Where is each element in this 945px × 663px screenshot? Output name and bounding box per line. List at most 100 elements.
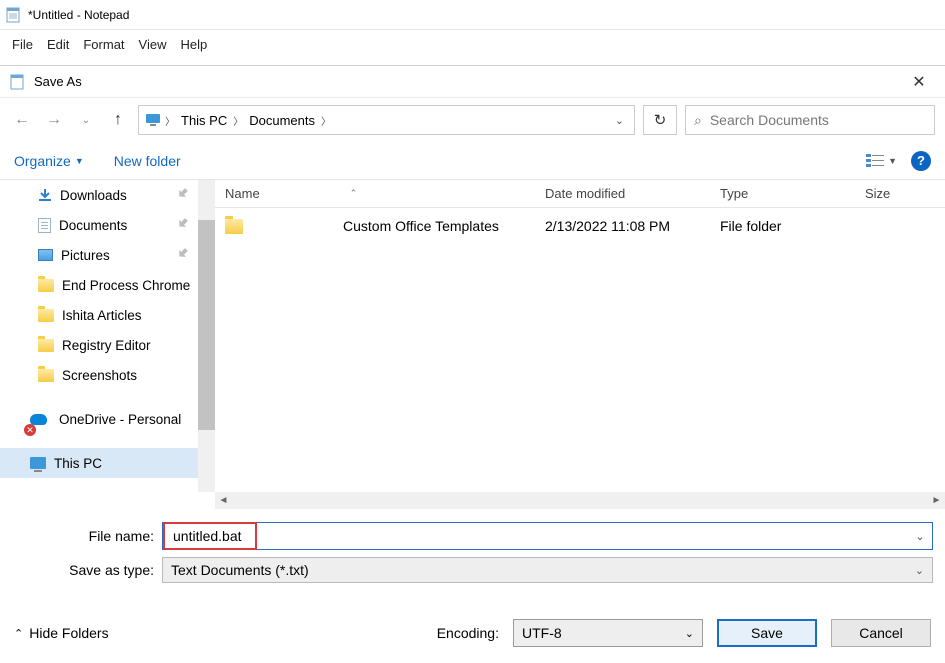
view-mode-button[interactable]: ▼ [866, 154, 897, 168]
recent-dropdown-icon[interactable]: ⌄ [74, 108, 98, 132]
scroll-right-icon[interactable]: ► [928, 492, 945, 509]
sidebar-item-label: Pictures [61, 248, 110, 263]
save-fields: File name: ⌄ Save as type: Text Document… [0, 509, 945, 587]
error-badge-icon: ✕ [24, 424, 36, 436]
help-button[interactable]: ? [911, 151, 931, 171]
save-type-select[interactable]: Text Documents (*.txt) ⌄ [162, 557, 933, 583]
sidebar-item-label: Documents [59, 218, 127, 233]
forward-button[interactable]: → [42, 108, 66, 132]
download-icon [38, 188, 52, 202]
menu-view[interactable]: View [133, 35, 173, 54]
scroll-left-icon[interactable]: ◄ [215, 492, 232, 509]
sidebar-scrollbar[interactable] [198, 180, 215, 492]
sidebar-item-label: This PC [54, 456, 102, 471]
column-headers: Name⌃ Date modified Type Size [215, 180, 945, 208]
sidebar-item-label: Screenshots [62, 368, 137, 383]
chevron-down-icon: ▼ [888, 156, 897, 166]
file-name-input[interactable] [171, 524, 249, 548]
sidebar-item-folder[interactable]: Registry Editor [0, 330, 198, 360]
nav-toolbar: ← → ⌄ ↑ 〉 This PC 〉 Documents 〉 ⌄ ↻ ⌕ Se… [0, 98, 945, 142]
command-bar: Organize▼ New folder ▼ ? [0, 142, 945, 180]
refresh-button[interactable]: ↻ [643, 105, 677, 135]
nav-sidebar: Downloads Documents Pictures End Process… [0, 180, 198, 492]
sidebar-item-label: Registry Editor [62, 338, 151, 353]
document-icon [38, 218, 51, 233]
file-row[interactable]: Custom Office Templates 2/13/2022 11:08 … [215, 208, 945, 244]
file-date: 2/13/2022 11:08 PM [535, 218, 710, 234]
folder-icon [38, 309, 54, 322]
sidebar-item-label: Ishita Articles [62, 308, 142, 323]
scrollbar-thumb[interactable] [198, 220, 215, 430]
notepad-title: *Untitled - Notepad [28, 8, 129, 22]
folder-icon [38, 279, 54, 292]
search-input[interactable]: ⌕ Search Documents [685, 105, 935, 135]
breadcrumb-this-pc[interactable]: This PC [179, 113, 229, 128]
sidebar-item-documents[interactable]: Documents [0, 210, 198, 240]
column-size[interactable]: Size [855, 186, 915, 201]
cancel-button[interactable]: Cancel [831, 619, 931, 647]
chevron-right-icon[interactable]: 〉 [321, 113, 331, 128]
sidebar-item-this-pc[interactable]: This PC [0, 448, 198, 478]
folder-icon [38, 339, 54, 352]
file-type: File folder [710, 218, 855, 234]
save-button[interactable]: Save [717, 619, 817, 647]
close-icon[interactable]: ✕ [903, 72, 935, 92]
chevron-down-icon: ⌄ [915, 564, 924, 577]
sidebar-item-folder[interactable]: End Process Chrome [0, 270, 198, 300]
notepad-titlebar: *Untitled - Notepad [0, 0, 945, 30]
menu-help[interactable]: Help [174, 35, 213, 54]
address-bar[interactable]: 〉 This PC 〉 Documents 〉 ⌄ [138, 105, 635, 135]
dialog-title: Save As [34, 74, 903, 89]
folder-icon [38, 369, 54, 382]
new-folder-button[interactable]: New folder [114, 153, 181, 169]
notepad-menu: File Edit Format View Help [0, 30, 945, 58]
file-name-highlight [163, 522, 257, 550]
file-list: Name⌃ Date modified Type Size Custom Off… [215, 180, 945, 492]
dialog-icon [10, 74, 26, 90]
onedrive-icon [30, 414, 47, 425]
chevron-down-icon: ⌄ [685, 627, 694, 640]
file-name-label: File name: [12, 528, 162, 544]
encoding-select[interactable]: UTF-8 ⌄ [513, 619, 703, 647]
menu-edit[interactable]: Edit [41, 35, 75, 54]
sidebar-item-label: OneDrive - Personal [59, 412, 181, 427]
sidebar-item-folder[interactable]: Ishita Articles [0, 300, 198, 330]
column-type[interactable]: Type [710, 186, 855, 201]
back-button[interactable]: ← [10, 108, 34, 132]
chevron-down-icon[interactable]: ⌄ [908, 530, 932, 543]
save-type-label: Save as type: [12, 562, 162, 578]
encoding-label: Encoding: [437, 625, 499, 641]
notepad-icon [6, 7, 22, 23]
hide-folders-button[interactable]: ⌃ Hide Folders [14, 625, 109, 641]
sidebar-item-folder[interactable]: Screenshots [0, 360, 198, 390]
chevron-up-icon: ⌃ [14, 627, 23, 640]
menu-file[interactable]: File [6, 35, 39, 54]
dialog-footer: ⌃ Hide Folders Encoding: UTF-8 ⌄ Save Ca… [0, 603, 945, 663]
search-icon: ⌕ [694, 112, 702, 129]
sidebar-item-downloads[interactable]: Downloads [0, 180, 198, 210]
details-view-icon [866, 154, 884, 168]
pc-icon [145, 112, 161, 128]
folder-icon [225, 219, 243, 234]
dialog-titlebar: Save As ✕ [0, 66, 945, 98]
chevron-right-icon[interactable]: 〉 [165, 113, 175, 128]
sidebar-item-label: Downloads [60, 188, 127, 203]
up-button[interactable]: ↑ [106, 108, 130, 132]
sidebar-item-pictures[interactable]: Pictures [0, 240, 198, 270]
search-placeholder: Search Documents [710, 112, 829, 128]
chevron-right-icon[interactable]: 〉 [233, 113, 243, 128]
sidebar-item-onedrive[interactable]: ✕ OneDrive - Personal [0, 404, 198, 434]
breadcrumb-documents[interactable]: Documents [247, 113, 317, 128]
column-date[interactable]: Date modified [535, 186, 710, 201]
file-name-field[interactable]: ⌄ [162, 522, 933, 550]
organize-button[interactable]: Organize▼ [14, 153, 84, 169]
pc-icon [30, 457, 46, 469]
address-dropdown-icon[interactable]: ⌄ [615, 114, 628, 127]
menu-format[interactable]: Format [77, 35, 130, 54]
save-type-value: Text Documents (*.txt) [171, 562, 309, 578]
chevron-down-icon: ▼ [75, 156, 84, 166]
horizontal-scrollbar[interactable]: ◄ ► [215, 492, 945, 509]
sort-ascending-icon: ⌃ [350, 188, 358, 199]
column-name[interactable]: Name⌃ [215, 186, 535, 201]
sidebar-item-label: End Process Chrome [62, 278, 190, 293]
